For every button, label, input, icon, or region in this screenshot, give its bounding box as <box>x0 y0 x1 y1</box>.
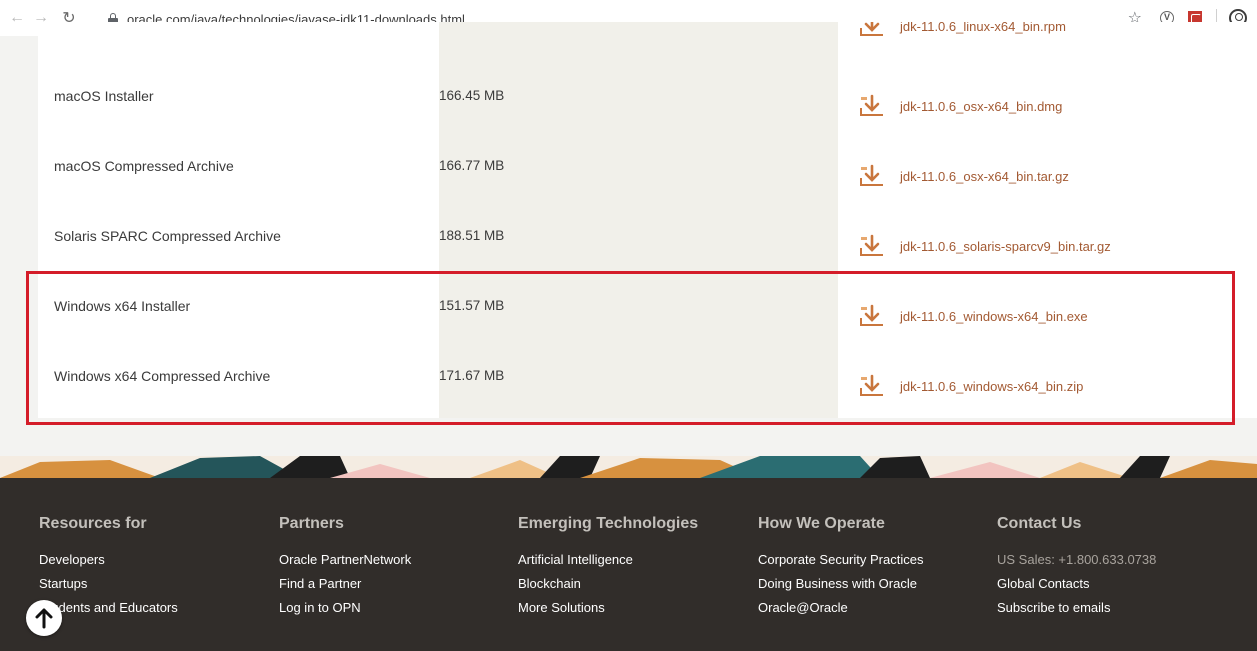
arrow-up-icon <box>35 608 53 629</box>
download-filename: jdk-11.0.6_osx-x64_bin.tar.gz <box>900 168 1069 184</box>
footer-link[interactable]: Oracle PartnerNetwork <box>279 552 411 576</box>
scroll-to-top-button[interactable] <box>26 600 62 636</box>
decorative-pattern-band <box>0 456 1257 478</box>
sales-phone: US Sales: +1.800.633.0738 <box>997 552 1157 567</box>
table-row: Solaris SPARC Compressed Archive 188.51 … <box>38 208 1257 278</box>
footer-link[interactable]: Blockchain <box>518 576 633 600</box>
download-icon <box>860 22 883 36</box>
product-cell: Solaris SPARC Compressed Archive <box>38 208 439 278</box>
size-cell <box>439 22 838 68</box>
download-link[interactable]: jdk-11.0.6_solaris-sparcv9_bin.tar.gz <box>858 234 1111 258</box>
footer-heading: Emerging Technologies <box>518 515 699 532</box>
download-link[interactable]: jdk-11.0.6_osx-x64_bin.tar.gz <box>858 164 1069 188</box>
download-filename: jdk-11.0.6_osx-x64_bin.dmg <box>900 98 1063 114</box>
table-row: macOS Installer 166.45 MB jdk-11.0.6_osx… <box>38 68 1257 138</box>
footer-link[interactable]: Doing Business with Oracle <box>758 576 923 600</box>
download-filename: jdk-11.0.6_solaris-sparcv9_bin.tar.gz <box>900 238 1111 254</box>
back-icon[interactable]: ← <box>6 7 28 29</box>
footer-link[interactable]: Developers <box>39 552 178 576</box>
download-link[interactable]: jdk-11.0.6_linux-x64_bin.rpm <box>858 22 1066 38</box>
footer-link[interactable]: Startups <box>39 576 178 600</box>
footer-link[interactable]: Corporate Security Practices <box>758 552 923 576</box>
download-icon <box>860 164 883 186</box>
site-footer: Resources for Developers Startups Studen… <box>0 478 1257 651</box>
size-cell: 188.51 MB <box>439 208 838 278</box>
footer-link[interactable]: Artificial Intelligence <box>518 552 633 576</box>
windows-highlight-box <box>26 271 1235 425</box>
download-filename: jdk-11.0.6_linux-x64_bin.rpm <box>900 22 1066 34</box>
footer-link[interactable]: More Solutions <box>518 600 633 624</box>
footer-heading: Resources for <box>39 515 147 532</box>
footer-link[interactable]: Log in to OPN <box>279 600 411 624</box>
download-icon <box>860 94 883 116</box>
footer-link[interactable]: Subscribe to emails <box>997 600 1156 624</box>
download-cell: jdk-11.0.6_osx-x64_bin.tar.gz <box>838 138 1257 208</box>
size-cell: 166.45 MB <box>439 68 838 138</box>
table-row: jdk-11.0.6_linux-x64_bin.rpm <box>38 22 1257 68</box>
downloads-section: jdk-11.0.6_linux-x64_bin.rpm macOS Insta… <box>0 22 1257 456</box>
product-cell: macOS Installer <box>38 68 439 138</box>
footer-link[interactable]: Oracle@Oracle <box>758 600 923 624</box>
footer-heading: How We Operate <box>758 515 885 532</box>
product-cell: macOS Compressed Archive <box>38 138 439 208</box>
product-cell <box>38 22 439 68</box>
download-cell: jdk-11.0.6_linux-x64_bin.rpm <box>838 22 1257 68</box>
download-icon <box>860 234 883 256</box>
footer-link[interactable]: Global Contacts <box>997 576 1156 600</box>
download-link[interactable]: jdk-11.0.6_osx-x64_bin.dmg <box>858 94 1062 118</box>
footer-heading: Partners <box>279 515 344 532</box>
download-cell: jdk-11.0.6_solaris-sparcv9_bin.tar.gz <box>838 208 1257 278</box>
footer-heading: Contact Us <box>997 515 1082 532</box>
download-cell: jdk-11.0.6_osx-x64_bin.dmg <box>838 68 1257 138</box>
table-row: macOS Compressed Archive 166.77 MB jdk-1… <box>38 138 1257 208</box>
size-cell: 166.77 MB <box>439 138 838 208</box>
footer-link[interactable]: Find a Partner <box>279 576 411 600</box>
